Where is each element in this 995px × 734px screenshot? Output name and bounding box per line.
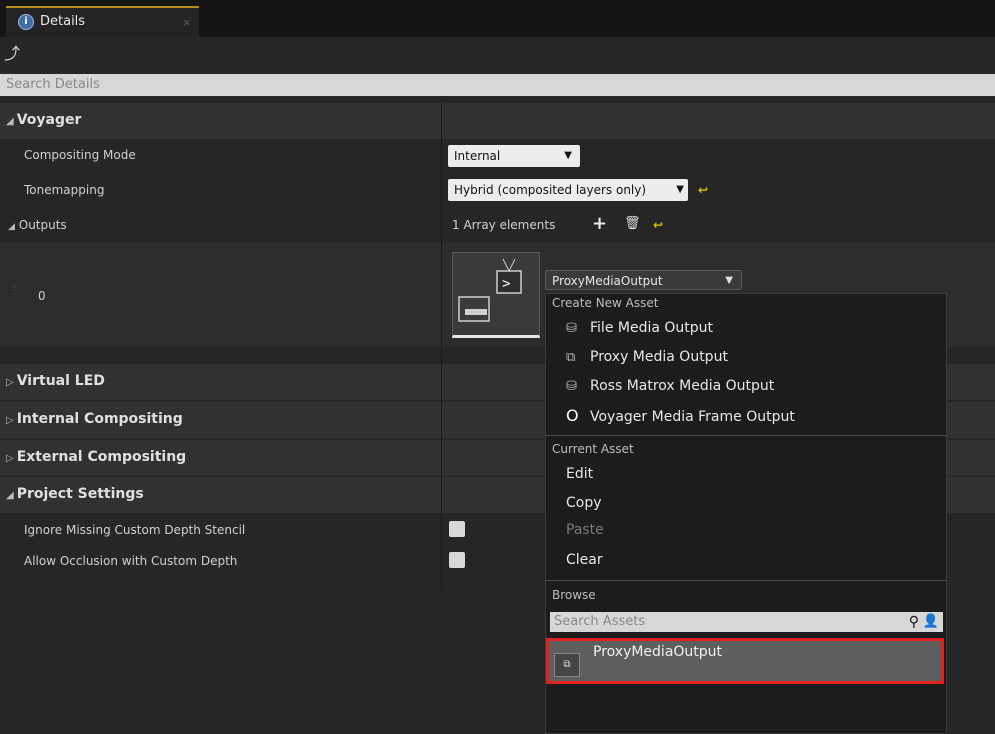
asset-name: ProxyMediaOutput — [593, 644, 723, 660]
asset-picker-combo[interactable]: ProxyMediaOutput ▼ — [545, 270, 742, 290]
menu-separator — [546, 580, 946, 581]
menu-item-paste[interactable]: Paste — [566, 522, 604, 538]
menu-item-proxy-media-output[interactable]: ⧉ Proxy Media Output — [566, 349, 728, 365]
collapse-arrow-icon: ◢ — [6, 116, 14, 127]
lock-icon[interactable]: ⤴ — [4, 40, 20, 64]
close-icon[interactable]: × — [182, 16, 191, 29]
reset-to-default-icon[interactable]: ↩ — [653, 218, 663, 232]
drag-handle-icon[interactable]: ⋮ — [10, 287, 19, 296]
info-icon: i — [18, 14, 34, 30]
dropdown-arrow-icon: ▼ — [676, 184, 684, 195]
tab-details[interactable]: i Details × — [6, 6, 199, 37]
menu-item-ross-matrox-media-output[interactable]: ⛁ Ross Matrox Media Output — [566, 378, 774, 394]
category-label: Voyager — [16, 112, 82, 128]
search-details-input[interactable]: Search Details — [0, 74, 995, 96]
column-divider[interactable] — [441, 103, 442, 590]
category-label: Virtual LED — [16, 373, 105, 389]
category-label: Project Settings — [16, 486, 144, 502]
search-assets-placeholder: Search Assets — [554, 614, 646, 629]
create-new-asset-header: Create New Asset — [552, 296, 659, 310]
expand-arrow-icon: ▷ — [6, 415, 14, 426]
reset-to-default-icon[interactable]: ↩ — [698, 183, 708, 197]
tonemapping-label: Tonemapping — [24, 183, 105, 197]
allow-occlusion-label: Allow Occlusion with Custom Depth — [24, 554, 238, 568]
outputs-row[interactable]: ◢ Outputs — [8, 218, 67, 232]
array-index-label: 0 — [38, 289, 46, 303]
compositing-mode-label: Compositing Mode — [24, 148, 136, 162]
current-asset-header: Current Asset — [552, 442, 634, 456]
compositing-mode-dropdown[interactable]: Internal ▼ — [448, 145, 580, 167]
toolbar — [0, 37, 995, 73]
allow-occlusion-checkbox[interactable] — [449, 552, 465, 568]
menu-item-file-media-output[interactable]: ⛁ File Media Output — [566, 320, 713, 336]
asset-picker-value: ProxyMediaOutput — [552, 274, 663, 288]
tonemapping-value: Hybrid (composited layers only) — [454, 183, 647, 197]
user-filter-icon[interactable]: 👤 — [923, 612, 939, 632]
compositing-mode-value: Internal — [454, 149, 501, 163]
category-voyager[interactable]: ◢ Voyager — [0, 103, 995, 139]
dropdown-arrow-icon: ▼ — [564, 150, 572, 161]
expand-arrow-icon: ▷ — [6, 453, 14, 464]
category-label: Internal Compositing — [16, 411, 183, 427]
file-media-output-icon: ⛁ — [566, 321, 577, 336]
menu-item-clear[interactable]: Clear — [566, 552, 603, 568]
asset-thumbnail[interactable]: > — [452, 252, 540, 338]
array-count: 1 Array elements — [452, 218, 556, 232]
asset-list-item-selected[interactable]: ⧉ ProxyMediaOutput — [546, 638, 944, 684]
dropdown-arrow-icon: ▼ — [725, 275, 733, 286]
menu-item-copy[interactable]: Copy — [566, 495, 602, 511]
tonemapping-dropdown[interactable]: Hybrid (composited layers only) ▼ — [448, 179, 688, 201]
outputs-label: Outputs — [18, 218, 67, 232]
collapse-arrow-icon: ◢ — [8, 222, 15, 232]
svg-text:>: > — [502, 276, 510, 292]
search-icon[interactable]: ⚲ — [909, 612, 919, 632]
trash-icon[interactable]: 🗑 — [624, 216, 641, 231]
tab-title: Details — [40, 14, 86, 29]
ignore-missing-checkbox[interactable] — [449, 521, 465, 537]
proxy-media-output-asset-icon: ⧉ — [554, 653, 580, 677]
category-label: External Compositing — [16, 449, 187, 465]
browse-header: Browse — [552, 588, 596, 602]
menu-separator — [546, 435, 946, 436]
add-element-icon[interactable]: + — [592, 213, 607, 234]
ross-matrox-icon: ⛁ — [566, 379, 577, 394]
ignore-missing-label: Ignore Missing Custom Depth Stencil — [24, 523, 246, 537]
search-assets-input[interactable]: Search Assets ⚲ 👤 — [550, 612, 943, 632]
media-output-icon: > — [458, 258, 522, 322]
proxy-media-output-icon: ⧉ — [566, 350, 576, 365]
collapse-arrow-icon: ◢ — [6, 490, 14, 501]
voyager-ring-icon: O — [566, 406, 579, 425]
expand-arrow-icon: ▷ — [6, 377, 14, 388]
menu-item-edit[interactable]: Edit — [566, 466, 593, 482]
asset-picker-menu: Create New Asset ⛁ File Media Output ⧉ Pro… — [545, 293, 947, 734]
menu-item-voyager-media-frame-output[interactable]: O Voyager Media Frame Output — [566, 406, 795, 425]
